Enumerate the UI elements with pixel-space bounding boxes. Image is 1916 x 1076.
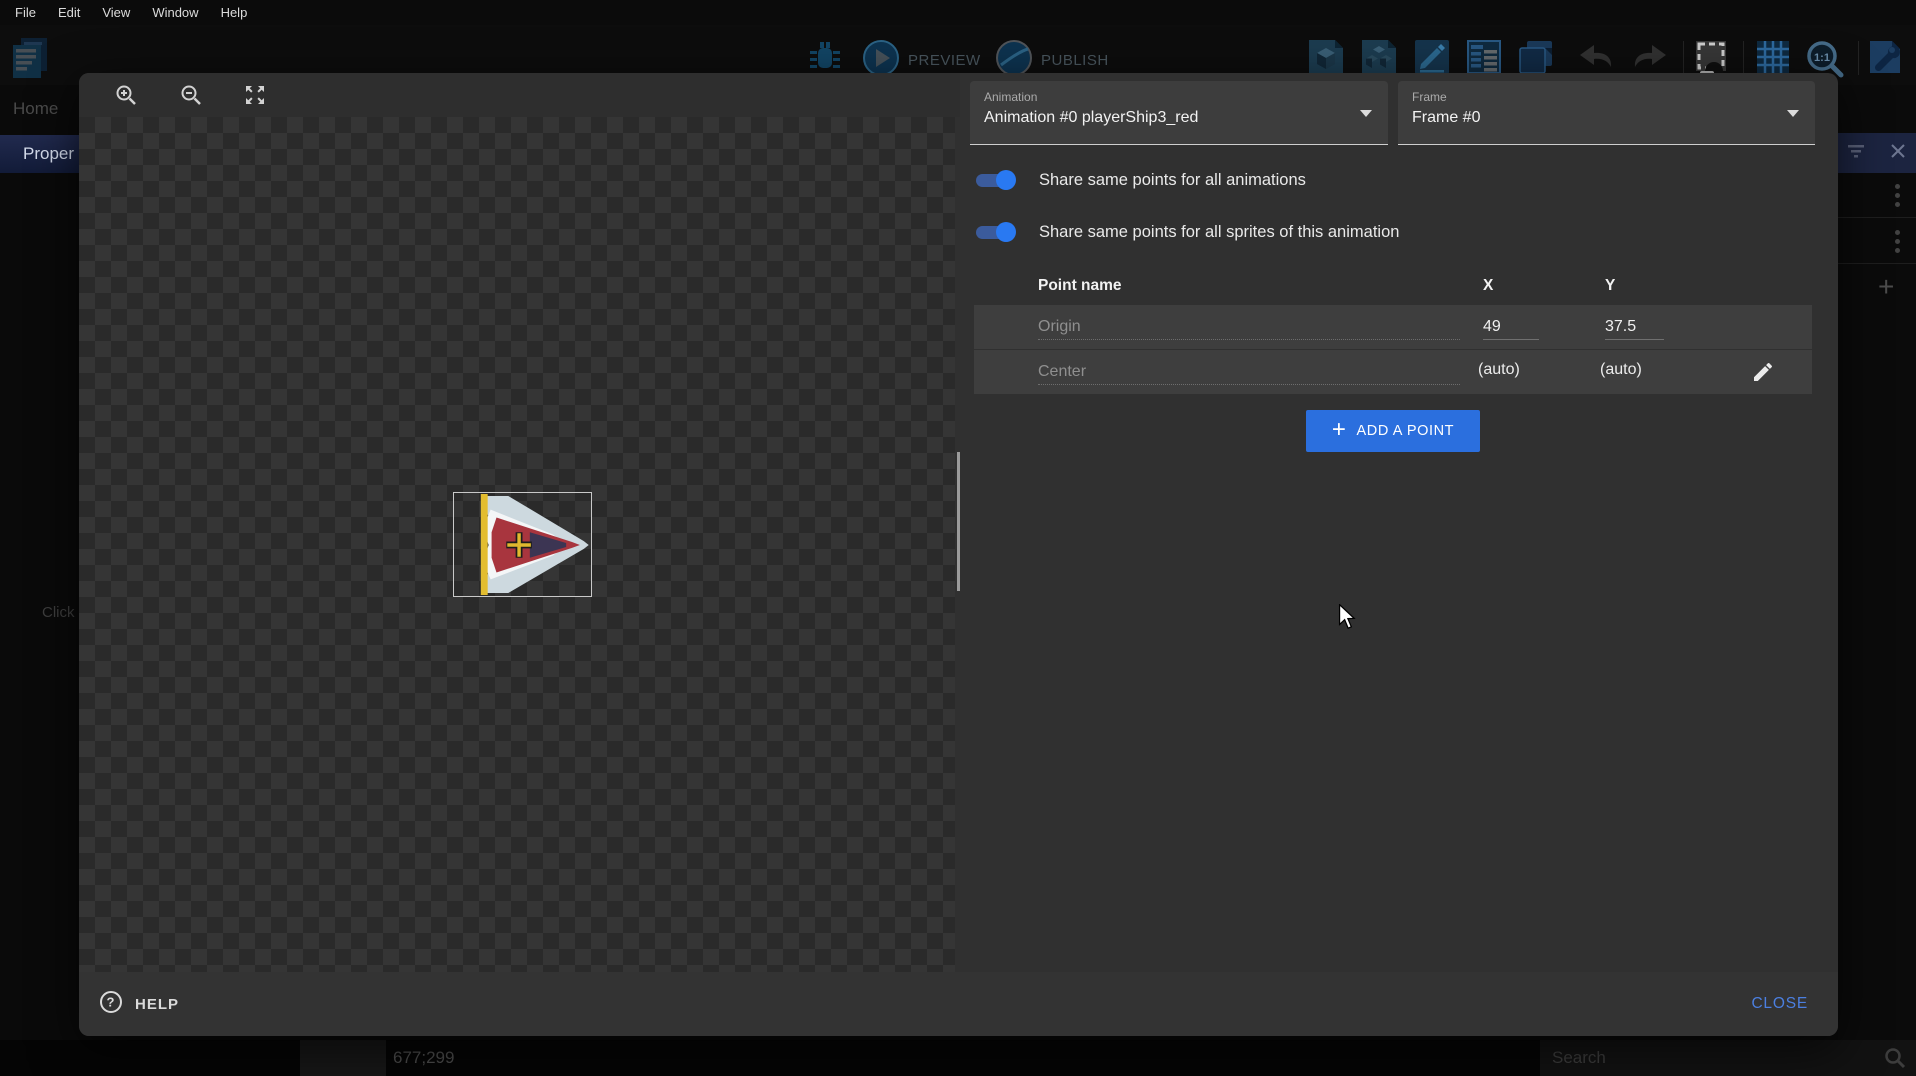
frame-select[interactable]: Frame Frame #0: [1398, 81, 1815, 145]
chevron-down-icon: [1787, 110, 1799, 117]
sprite-canvas-area: [79, 73, 960, 972]
svg-text:?: ?: [107, 995, 116, 1010]
sprite-canvas[interactable]: [79, 117, 955, 972]
object-row: [1838, 173, 1916, 218]
edit-scene-icon[interactable]: [1413, 38, 1451, 76]
toolbar-separator: [1858, 41, 1859, 75]
header-y: Y: [1605, 277, 1615, 295]
objects-list-icon[interactable]: [1360, 38, 1398, 76]
more-options-icon[interactable]: [1895, 230, 1900, 253]
menu-view[interactable]: View: [91, 5, 141, 20]
help-icon: ?: [99, 990, 123, 1018]
close-button[interactable]: CLOSE: [1751, 995, 1808, 1013]
animation-select-value: Animation #0 playerShip3_red: [984, 109, 1198, 127]
menu-bar: File Edit View Window Help: [0, 0, 1916, 25]
status-bar: 677;299: [0, 1040, 1916, 1076]
preview-label: PREVIEW: [908, 52, 981, 69]
help-button[interactable]: ? HELP: [99, 990, 179, 1018]
properties-icon[interactable]: [1465, 38, 1503, 76]
add-point-button[interactable]: + ADD A POINT: [1306, 410, 1480, 452]
chevron-down-icon: [1360, 110, 1372, 117]
zoom-out-icon[interactable]: [179, 83, 203, 107]
search-icon: [1884, 1047, 1906, 1069]
search-input[interactable]: [1552, 1040, 1852, 1076]
status-block: [300, 1040, 386, 1076]
svg-text:1:1: 1:1: [1814, 52, 1830, 64]
header-x: X: [1483, 277, 1493, 295]
selection-mask-icon[interactable]: [1692, 38, 1730, 76]
object-row: [1838, 219, 1916, 264]
scene-tools-icon[interactable]: [1866, 38, 1904, 76]
layers-icon[interactable]: [1517, 38, 1555, 76]
app-root: { "titlebar_menu": ["File", "Edit", "Vie…: [0, 0, 1916, 1076]
point-name-field: [1038, 314, 1460, 340]
point-name-field: [1038, 359, 1460, 385]
toolbar-separator: [1683, 41, 1684, 75]
toggle-share-all-animations[interactable]: Share same points for all animations: [960, 161, 1838, 199]
canvas-zoom-toolbar: [79, 73, 960, 117]
frame-select-value: Frame #0: [1412, 109, 1480, 127]
dialog-footer: ? HELP CLOSE: [79, 972, 1838, 1036]
more-options-icon[interactable]: [1895, 184, 1900, 207]
points-table-header: Point name X Y: [960, 269, 1838, 305]
properties-hint-text: Click: [42, 604, 75, 621]
add-object-icon[interactable]: [1307, 38, 1345, 76]
add-point-label: ADD A POINT: [1356, 423, 1454, 439]
close-panel-icon[interactable]: [1890, 143, 1906, 164]
sprite-selection-box[interactable]: [453, 492, 592, 597]
menu-edit[interactable]: Edit: [47, 5, 91, 20]
animation-select[interactable]: Animation Animation #0 playerShip3_red: [970, 81, 1388, 145]
toggle-share-all-sprites[interactable]: Share same points for all sprites of thi…: [960, 213, 1838, 251]
publish-label: PUBLISH: [1041, 52, 1109, 69]
player-ship-sprite: [454, 493, 591, 596]
toggle-switch-icon[interactable]: [974, 222, 1019, 242]
filter-icon[interactable]: [1848, 144, 1866, 163]
animation-select-label: Animation: [984, 90, 1037, 104]
cursor-coordinates: 677;299: [393, 1040, 454, 1076]
mouse-cursor: [1338, 604, 1356, 635]
search-bar: [1540, 1040, 1916, 1076]
tab-properties[interactable]: Proper: [0, 135, 80, 173]
background-right-panel: +: [1838, 85, 1916, 1040]
toggle-label: Share same points for all animations: [1039, 171, 1306, 190]
add-row-icon[interactable]: +: [1878, 271, 1894, 303]
header-point-name: Point name: [1038, 277, 1122, 295]
origin-y-field[interactable]: [1605, 314, 1664, 340]
toggle-label: Share same points for all sprites of thi…: [1039, 223, 1399, 242]
toolbar-separator: [1743, 41, 1744, 75]
tab-home[interactable]: Home: [13, 99, 58, 119]
origin-x-field[interactable]: [1483, 314, 1539, 340]
toggle-switch-icon[interactable]: [974, 170, 1019, 190]
table-row-origin: [974, 305, 1812, 349]
points-editor-dialog: Animation Animation #0 playerShip3_red F…: [79, 73, 1838, 1036]
grid-icon[interactable]: [1754, 38, 1792, 76]
help-label: HELP: [135, 996, 179, 1013]
panel-header: [1838, 133, 1916, 173]
center-y-value: (auto): [1600, 361, 1642, 379]
menu-window[interactable]: Window: [141, 5, 209, 20]
frame-select-label: Frame: [1412, 90, 1447, 104]
points-panel: Animation Animation #0 playerShip3_red F…: [960, 73, 1838, 972]
center-x-value: (auto): [1478, 361, 1520, 379]
plus-icon: +: [1332, 416, 1347, 444]
edit-center-point-icon[interactable]: [1751, 360, 1775, 384]
menu-help[interactable]: Help: [210, 5, 259, 20]
project-manager-icon[interactable]: [8, 36, 50, 80]
menu-file[interactable]: File: [4, 5, 47, 20]
zoom-in-icon[interactable]: [114, 83, 138, 107]
zoom-one-to-one-icon[interactable]: 1:1: [1804, 38, 1842, 76]
table-row-center: (auto) (auto): [974, 350, 1812, 394]
fit-to-view-icon[interactable]: [243, 83, 267, 107]
debug-icon[interactable]: [806, 38, 844, 76]
